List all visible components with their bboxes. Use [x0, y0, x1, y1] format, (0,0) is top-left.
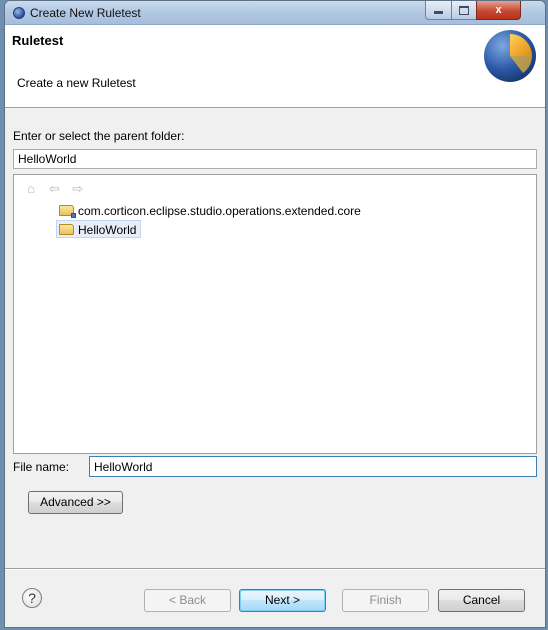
parent-folder-input[interactable]: [13, 149, 537, 169]
minimize-button[interactable]: [425, 1, 452, 20]
tree-item-label: com.corticon.eclipse.studio.operations.e…: [78, 204, 361, 218]
corticon-logo-icon: [484, 30, 536, 82]
back-button[interactable]: < Back: [144, 589, 231, 612]
tree-item-label: HelloWorld: [78, 223, 137, 237]
page-description: Create a new Ruletest: [17, 76, 136, 90]
finish-button[interactable]: Finish: [342, 589, 429, 612]
tree-item-helloworld[interactable]: HelloWorld: [56, 220, 142, 238]
parent-folder-label: Enter or select the parent folder:: [13, 129, 184, 143]
tree-item-core-project[interactable]: com.corticon.eclipse.studio.operations.e…: [58, 202, 361, 220]
tree-toolbar: ⌂ ⇦ ⇨: [23, 181, 90, 197]
next-button[interactable]: Next >: [239, 589, 326, 612]
file-name-label: File name:: [13, 460, 70, 474]
home-icon[interactable]: ⌂: [23, 181, 39, 197]
back-arrow-icon[interactable]: ⇦: [46, 181, 62, 197]
file-name-input[interactable]: [89, 456, 537, 477]
help-icon[interactable]: ?: [22, 588, 42, 608]
dialog-window: Create New Ruletest x Ruletest Create a …: [4, 0, 546, 628]
close-button[interactable]: x: [476, 1, 521, 20]
advanced-button[interactable]: Advanced >>: [28, 491, 123, 514]
eclipse-app-icon: [13, 7, 25, 19]
footer-separator: [5, 568, 545, 570]
maximize-button[interactable]: [451, 1, 477, 20]
folder-tree[interactable]: ⌂ ⇦ ⇨ com.corticon.eclipse.studio.operat…: [13, 174, 537, 454]
parent-folder-label-text: Enter or select the parent folder:: [13, 129, 185, 143]
maximize-icon: [459, 6, 469, 15]
forward-arrow-icon[interactable]: ⇨: [70, 181, 86, 197]
folder-icon: [59, 224, 74, 236]
title-bar[interactable]: Create New Ruletest x: [5, 1, 545, 25]
project-folder-icon: [59, 205, 76, 219]
cancel-button[interactable]: Cancel: [438, 589, 525, 612]
wizard-header: Ruletest Create a new Ruletest: [5, 25, 545, 108]
minimize-icon: [434, 11, 443, 14]
page-title: Ruletest: [12, 33, 64, 48]
close-icon: x: [495, 4, 502, 16]
window-title: Create New Ruletest: [30, 6, 141, 20]
